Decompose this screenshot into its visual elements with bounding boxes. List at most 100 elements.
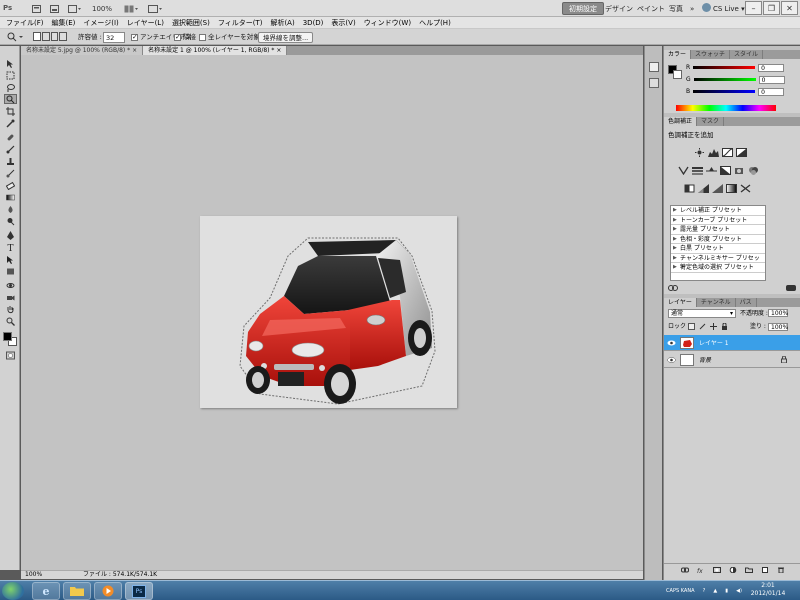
all-layers-checkbox[interactable]: 全レイヤーを対象 — [199, 32, 260, 43]
quick-mask-icon[interactable] — [4, 350, 17, 360]
preset-selective-color[interactable]: 特定色域の選択 プリセット — [671, 263, 765, 273]
add-to-selection-icon[interactable] — [41, 32, 50, 41]
color-balance-icon[interactable] — [706, 166, 717, 175]
gradient-tool-icon[interactable] — [4, 192, 17, 202]
intersect-selection-icon[interactable] — [59, 32, 67, 41]
type-tool-icon[interactable]: T — [4, 242, 17, 252]
layer-row-selected[interactable]: レイヤー 1 — [664, 335, 800, 351]
ie-taskbar-button[interactable]: e — [32, 582, 60, 600]
tab-masks[interactable]: マスク — [697, 117, 725, 126]
tab-styles[interactable]: スタイル — [730, 50, 764, 59]
tolerance-input[interactable]: 32 — [103, 32, 125, 43]
adjustment-layer-icon[interactable] — [729, 566, 737, 573]
opacity-input[interactable]: 100% — [768, 309, 788, 317]
bridge-icon[interactable] — [30, 2, 42, 15]
rectangle-tool-icon[interactable] — [4, 266, 17, 276]
lock-image-icon[interactable] — [699, 323, 706, 330]
eye-icon[interactable] — [667, 355, 676, 364]
levels-icon[interactable] — [708, 148, 719, 157]
menu-3d[interactable]: 3D(D) — [303, 17, 324, 29]
close-button[interactable]: ✕ — [781, 1, 798, 15]
exposure-icon[interactable] — [736, 148, 747, 157]
lasso-tool-icon[interactable] — [4, 82, 17, 92]
preset-curves[interactable]: トーンカーブ プリセット — [671, 216, 765, 225]
cs-live-button[interactable]: CS Live ▾ — [709, 2, 749, 15]
threshold-icon[interactable] — [712, 184, 723, 193]
posterize-icon[interactable] — [698, 184, 709, 193]
tab-channels[interactable]: チャンネル — [697, 298, 736, 307]
history-panel-icon[interactable] — [649, 62, 659, 72]
invert-icon[interactable] — [684, 184, 695, 193]
eraser-tool-icon[interactable] — [4, 180, 17, 190]
hue-saturation-icon[interactable] — [692, 166, 703, 175]
zoom-level-dropdown[interactable]: 100% — [90, 2, 114, 15]
screen-mode-button[interactable] — [146, 2, 164, 15]
new-group-icon[interactable] — [744, 567, 753, 573]
status-zoom[interactable]: 100% — [25, 571, 42, 579]
help-icon[interactable]: ? — [703, 588, 706, 594]
clone-stamp-tool-icon[interactable] — [4, 156, 17, 166]
layer-mask-icon[interactable] — [712, 566, 721, 573]
subtract-selection-icon[interactable] — [50, 32, 59, 41]
selective-color-icon[interactable] — [740, 184, 751, 193]
adjustment-panel-menu-icon[interactable] — [786, 284, 796, 292]
tab-paths[interactable]: パス — [736, 298, 757, 307]
dodge-tool-icon[interactable] — [4, 216, 17, 226]
brightness-icon[interactable] — [694, 148, 705, 157]
color-panel-background[interactable] — [673, 70, 682, 79]
green-slider[interactable] — [693, 78, 756, 81]
eyedropper-tool-icon[interactable] — [4, 118, 17, 128]
document-canvas[interactable] — [200, 216, 457, 408]
fill-input[interactable]: 100% — [768, 323, 788, 331]
blue-slider[interactable] — [693, 90, 756, 93]
mini-bridge-icon[interactable] — [48, 2, 60, 15]
lock-transparent-icon[interactable] — [688, 323, 695, 330]
tab-color[interactable]: カラー — [664, 50, 692, 59]
3d-camera-tool-icon[interactable] — [4, 292, 17, 302]
tab-adjustments[interactable]: 色調補正 — [664, 117, 698, 126]
red-slider[interactable] — [693, 66, 756, 69]
more-workspaces-button[interactable]: » — [683, 2, 701, 15]
tab-layers[interactable]: レイヤー — [664, 298, 697, 307]
photo-filter-icon[interactable] — [734, 166, 745, 175]
foreground-color-swatch[interactable] — [3, 332, 12, 341]
black-white-icon[interactable] — [720, 166, 731, 175]
menu-select[interactable]: 選択範囲(S) — [172, 17, 210, 29]
marquee-tool-icon[interactable] — [4, 70, 17, 80]
hand-tool-icon[interactable] — [4, 304, 17, 314]
menu-view[interactable]: 表示(V) — [331, 17, 355, 29]
network-icon[interactable]: ▮ — [725, 588, 728, 594]
red-input[interactable]: 0 — [758, 63, 785, 72]
explorer-taskbar-button[interactable] — [63, 582, 91, 600]
document-tab-2[interactable]: 名称未設定 1 @ 100% (レイヤー 1, RGB/8) * × — [143, 46, 288, 55]
preset-exposure[interactable]: 露光量 プリセット — [671, 225, 765, 235]
blue-input[interactable]: 0 — [758, 87, 785, 96]
green-input[interactable]: 0 — [758, 75, 785, 84]
menu-image[interactable]: イメージ(I) — [83, 17, 118, 29]
menu-filter[interactable]: フィルター(T) — [218, 17, 263, 29]
menu-layer[interactable]: レイヤー(L) — [127, 17, 164, 29]
document-tab-1[interactable]: 名称未設定 5.jpg @ 100% (RGB/8) * × — [21, 46, 144, 55]
minimize-button[interactable]: – — [745, 1, 762, 15]
language-indicator[interactable]: CAPS KANA — [666, 588, 694, 594]
menu-window[interactable]: ウィンドウ(W) — [364, 17, 411, 29]
volume-icon[interactable]: ◀) — [736, 588, 742, 594]
blur-tool-icon[interactable] — [4, 204, 17, 214]
blend-mode-select[interactable]: 通常 ▾ — [668, 309, 736, 318]
history-brush-tool-icon[interactable] — [4, 168, 17, 178]
pen-tool-icon[interactable] — [4, 230, 17, 240]
photoshop-taskbar-button[interactable]: Ps — [125, 582, 153, 600]
curves-icon[interactable] — [722, 148, 733, 157]
gradient-map-icon[interactable] — [726, 184, 737, 193]
lock-all-icon[interactable] — [721, 323, 728, 330]
layer-row[interactable]: 背景 — [664, 352, 800, 368]
clock[interactable]: 2:01 2012/01/14 — [748, 582, 788, 600]
arrange-documents-button[interactable] — [122, 2, 140, 15]
close-icon[interactable]: × — [132, 47, 137, 54]
preset-hue-saturation[interactable]: 色相・彩度 プリセット — [671, 235, 765, 244]
channel-mixer-icon[interactable] — [748, 166, 759, 175]
color-spectrum-bar[interactable] — [676, 105, 776, 111]
brush-tool-icon[interactable] — [4, 144, 17, 154]
restore-button[interactable]: ❐ — [763, 1, 780, 15]
extras-dropdown[interactable] — [66, 2, 84, 15]
